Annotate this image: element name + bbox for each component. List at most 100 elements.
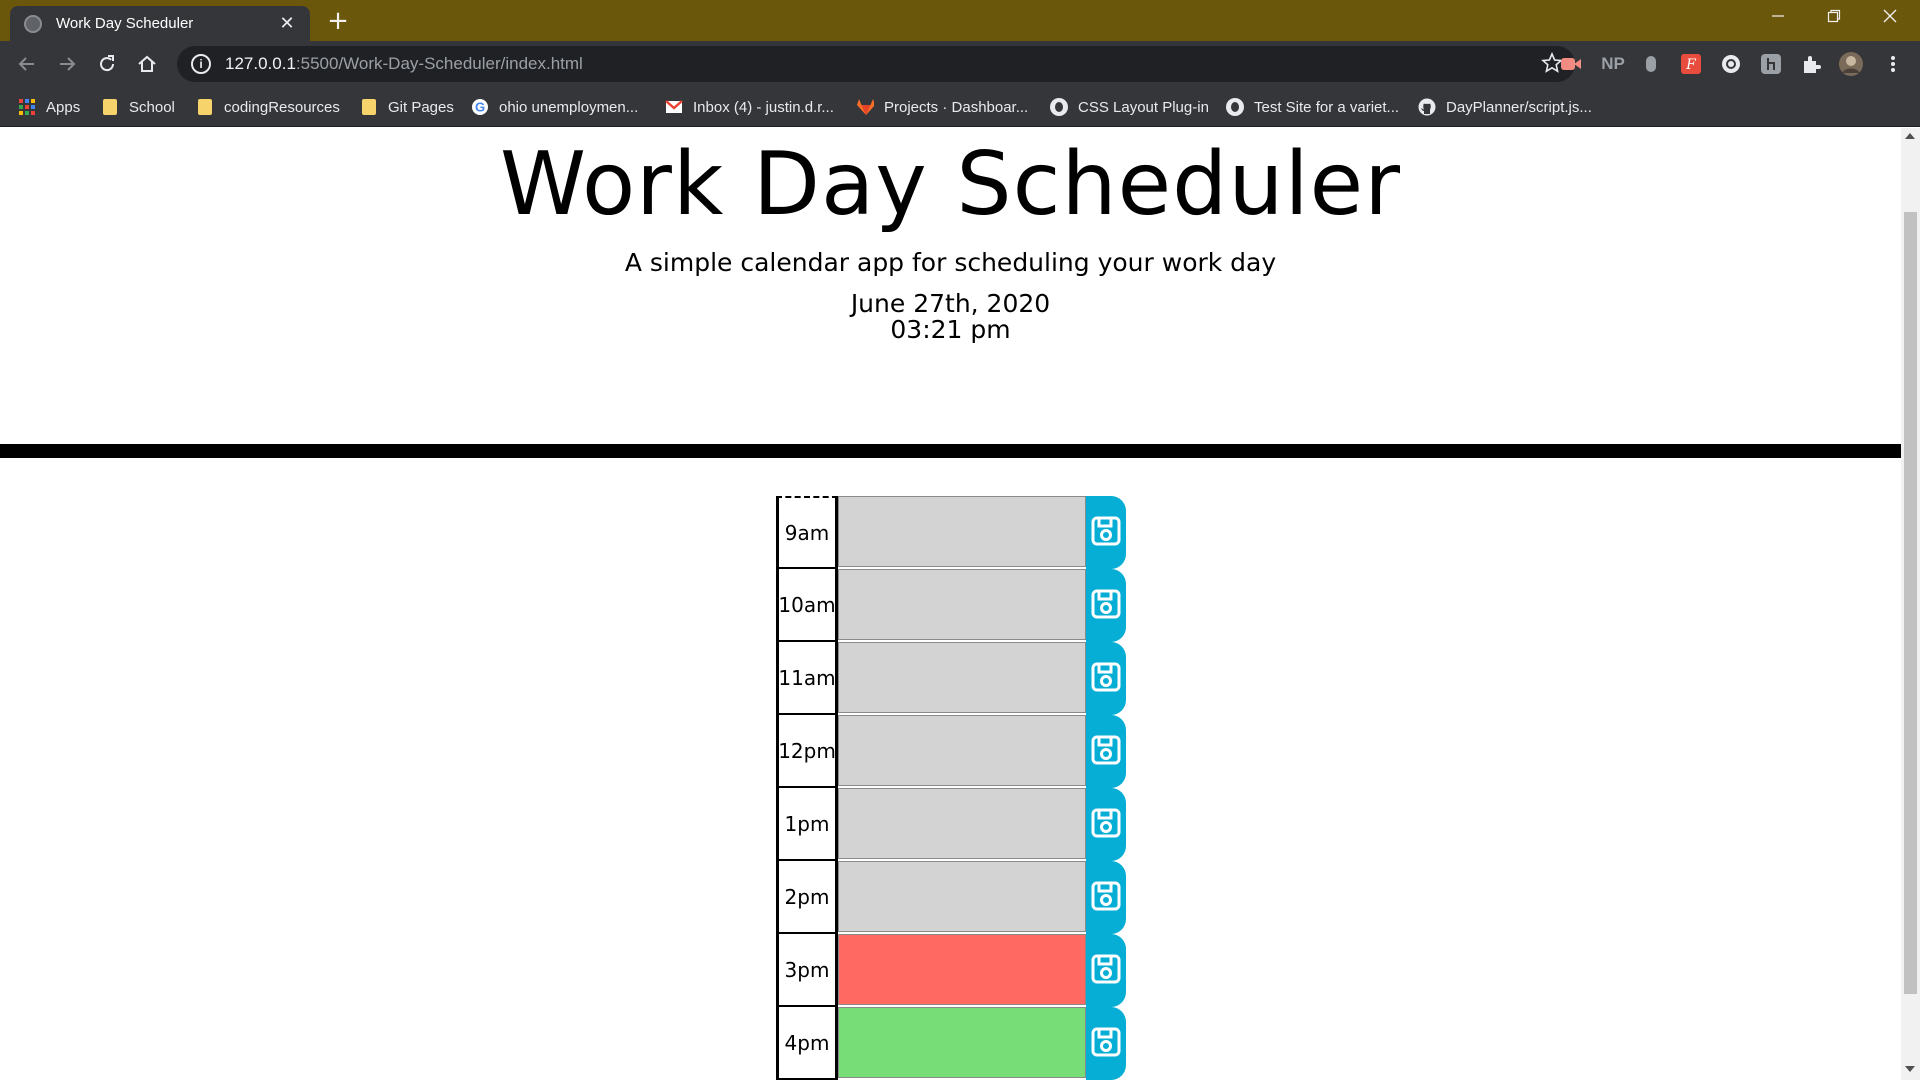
bookmark-apps[interactable]: Apps	[18, 95, 80, 119]
hour-label: 2pm	[776, 861, 838, 934]
save-button[interactable]	[1086, 1007, 1126, 1080]
task-input[interactable]	[838, 1007, 1086, 1078]
scroll-up-arrow-icon[interactable]	[1905, 133, 1915, 139]
tab-strip: Work Day Scheduler ✕ +	[0, 0, 1920, 41]
url-path: :5500/Work-Day-Scheduler/index.html	[295, 54, 583, 73]
browser-toolbar: i 127.0.0.1:5500/Work-Day-Scheduler/inde…	[0, 41, 1920, 87]
scroll-down-arrow-icon[interactable]	[1905, 1066, 1915, 1072]
back-button[interactable]	[12, 49, 42, 79]
extension-box-icon[interactable]	[1758, 51, 1784, 77]
reload-button[interactable]	[92, 49, 122, 79]
minimize-window-button[interactable]	[1750, 0, 1806, 38]
gitlab-icon	[856, 98, 874, 116]
hour-label: 1pm	[776, 788, 838, 861]
bookmark-gitlab-projects[interactable]: Projects · Dashboar...	[856, 95, 1028, 119]
save-button[interactable]	[1086, 788, 1126, 861]
current-time: 03:21 pm	[890, 315, 1011, 344]
page-scrollbar[interactable]	[1901, 128, 1920, 1080]
time-block-row: 2pm	[776, 861, 1126, 934]
browser-menu-icon[interactable]	[1880, 51, 1906, 77]
bookmark-label: School	[129, 98, 175, 116]
task-input[interactable]	[838, 642, 1086, 713]
hour-label: 3pm	[776, 934, 838, 1007]
extension-np-icon[interactable]: NP	[1598, 51, 1628, 77]
time-block-row: 9am	[776, 496, 1126, 569]
extensions-puzzle-icon[interactable]	[1798, 51, 1824, 77]
header-divider	[0, 444, 1901, 458]
bookmark-label: Test Site for a variet...	[1254, 98, 1400, 116]
scrollbar-thumb[interactable]	[1904, 212, 1917, 994]
time-block-row: 10am	[776, 569, 1126, 642]
extension-font-icon[interactable]: F	[1678, 51, 1704, 77]
forward-button[interactable]	[52, 49, 82, 79]
url-host: 127.0.0.1	[225, 54, 296, 73]
time-block-row: 11am	[776, 642, 1126, 715]
bookmark-gmail-inbox[interactable]: Inbox (4) - justin.d.r...	[665, 95, 834, 119]
bookmark-school[interactable]: School	[101, 95, 175, 119]
page-favicon-icon	[24, 14, 42, 33]
task-input[interactable]	[838, 496, 1086, 567]
bookmark-label: DayPlanner/script.js...	[1446, 98, 1592, 116]
bookmark-css-layout[interactable]: CSS Layout Plug-in	[1050, 95, 1209, 119]
extension-circle-icon[interactable]	[1718, 51, 1744, 77]
restore-icon	[1827, 9, 1841, 23]
bookmark-label: Projects · Dashboar...	[884, 98, 1029, 116]
svg-text:F: F	[1685, 57, 1697, 73]
reload-icon	[100, 55, 115, 72]
hour-label: 12pm	[776, 715, 838, 788]
save-button[interactable]	[1086, 934, 1126, 1007]
close-window-button[interactable]	[1862, 0, 1918, 38]
folder-icon	[196, 98, 214, 116]
task-input[interactable]	[838, 934, 1086, 1005]
save-floppy-icon	[1091, 808, 1121, 841]
bookmark-coding-resources[interactable]: codingResources	[196, 95, 340, 119]
save-floppy-icon	[1091, 662, 1121, 695]
arrow-right-icon	[60, 57, 76, 71]
extension-mouse-icon[interactable]	[1638, 51, 1664, 77]
minimize-icon	[1772, 15, 1784, 17]
save-button[interactable]	[1086, 715, 1126, 788]
new-tab-button[interactable]: +	[323, 6, 353, 36]
folder-icon	[101, 98, 119, 116]
url-text: 127.0.0.1:5500/Work-Day-Scheduler/index.…	[225, 54, 583, 74]
browser-tab[interactable]: Work Day Scheduler ✕	[10, 6, 310, 41]
save-floppy-icon	[1091, 589, 1121, 622]
save-button[interactable]	[1086, 496, 1126, 569]
bookmark-label: Git Pages	[388, 98, 454, 116]
bookmark-git-pages[interactable]: Git Pages	[360, 95, 454, 119]
home-button[interactable]	[132, 49, 162, 79]
page-viewport: Work Day Scheduler A simple calendar app…	[0, 128, 1901, 1080]
bookmarks-bar: Apps School codingResources Git Pages G …	[0, 87, 1920, 127]
close-tab-icon[interactable]: ✕	[276, 13, 298, 34]
current-date: June 27th, 2020	[850, 289, 1051, 318]
globe-icon	[1226, 98, 1244, 116]
task-input[interactable]	[838, 715, 1086, 786]
task-input[interactable]	[838, 788, 1086, 859]
save-button[interactable]	[1086, 569, 1126, 642]
site-info-icon[interactable]: i	[191, 54, 211, 74]
profile-avatar[interactable]	[1838, 51, 1864, 77]
bookmark-label: Apps	[46, 98, 81, 116]
arrow-left-icon	[18, 57, 34, 71]
bookmark-label: CSS Layout Plug-in	[1078, 98, 1209, 116]
globe-icon	[1050, 98, 1068, 116]
bookmark-test-site[interactable]: Test Site for a variet...	[1226, 95, 1399, 119]
time-block-row: 12pm	[776, 715, 1126, 788]
save-floppy-icon	[1091, 954, 1121, 987]
hour-label: 4pm	[776, 1007, 838, 1080]
hour-label: 11am	[776, 642, 838, 715]
time-block-row: 3pm	[776, 934, 1126, 1007]
bookmark-label: ohio unemploymen...	[499, 98, 639, 116]
save-button[interactable]	[1086, 642, 1126, 715]
bookmark-label: codingResources	[224, 98, 340, 116]
save-button[interactable]	[1086, 861, 1126, 934]
task-input[interactable]	[838, 861, 1086, 932]
restore-window-button[interactable]	[1806, 0, 1862, 38]
task-input[interactable]	[838, 569, 1086, 640]
save-floppy-icon	[1091, 516, 1121, 549]
time-block-row: 4pm	[776, 1007, 1126, 1080]
bookmark-dayplanner-script[interactable]: DayPlanner/script.js...	[1418, 95, 1592, 119]
bookmark-ohio-unemployment[interactable]: G ohio unemploymen...	[471, 95, 638, 119]
extension-video-icon[interactable]	[1558, 51, 1584, 77]
address-bar[interactable]: i 127.0.0.1:5500/Work-Day-Scheduler/inde…	[177, 46, 1575, 82]
